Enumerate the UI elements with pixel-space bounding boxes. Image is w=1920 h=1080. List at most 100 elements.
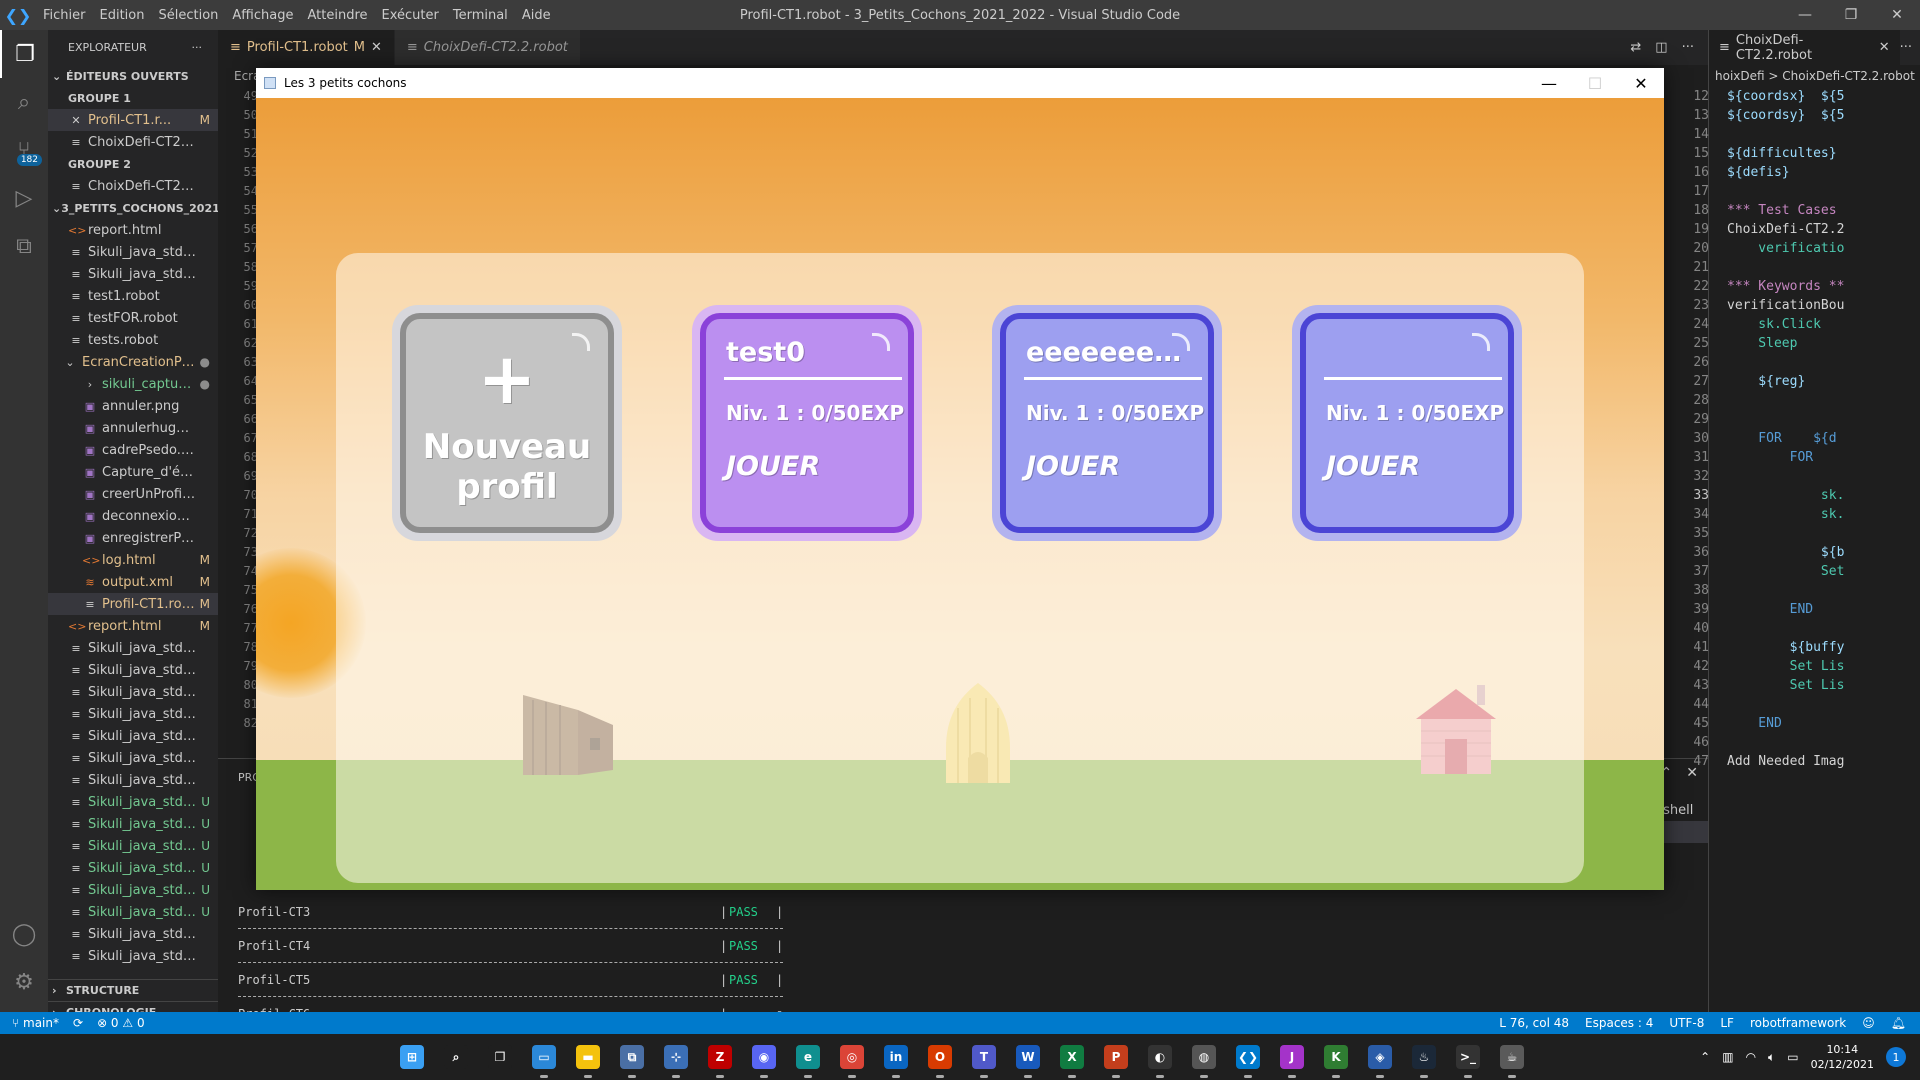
language-mode[interactable]: robotframework — [1750, 1016, 1846, 1030]
close-icon[interactable]: ✕ — [68, 114, 84, 127]
file-tree-item[interactable]: › sikuli_captured ● — [48, 373, 218, 395]
file-tree-item[interactable]: ≡ testFOR.robot — [48, 307, 218, 329]
file-tree-item[interactable]: ⌄ EcranCreationPr... ● — [48, 351, 218, 373]
taskbar-desktop-icon[interactable]: ▭ — [528, 1040, 560, 1078]
wifi-icon[interactable]: ◠ — [1746, 1050, 1756, 1064]
tab-choixdefi-right[interactable]: ≡ ChoixDefi-CT2.2.robot ✕ — [1709, 30, 1900, 65]
tab-profil-ct1[interactable]: ≡ Profil-CT1.robot M ✕ — [218, 30, 395, 65]
file-tree-item[interactable]: ≡ Profil-CT1.robot M — [48, 593, 218, 615]
taskbar-word-icon[interactable]: W — [1012, 1040, 1044, 1078]
run-debug-icon[interactable]: ▷ — [0, 174, 48, 222]
taskbar-steam-icon[interactable]: ♨ — [1408, 1040, 1440, 1078]
taskbar-app-4-icon[interactable]: ◈ — [1364, 1040, 1396, 1078]
taskbar-powerpoint-icon[interactable]: P — [1100, 1040, 1132, 1078]
file-tree-item[interactable]: ≡ Sikuli_java_stderr_16... — [48, 681, 218, 703]
open-editor-item[interactable]: ✕ Profil-CT1.r... M — [48, 109, 218, 131]
file-tree-item[interactable]: ≋ output.xml M — [48, 571, 218, 593]
menu-item[interactable]: Edition — [93, 8, 152, 23]
line-ending[interactable]: LF — [1720, 1016, 1734, 1030]
open-editor-item[interactable]: ≡ ChoixDefi-CT2.2... — [48, 175, 218, 197]
problems-indicator[interactable]: ⊗ 0 ⚠ 0 — [97, 1016, 145, 1030]
file-tree-item[interactable]: ▣ annulerhuge.png — [48, 417, 218, 439]
profile-card-2[interactable]: eeeeeeeeeeee... Niv. 1 : 0/50EXP JOUER — [992, 305, 1222, 541]
taskbar-office-icon[interactable]: O — [924, 1040, 956, 1078]
menu-item[interactable]: Fichier — [36, 8, 93, 23]
play-button[interactable]: JOUER — [1026, 451, 1120, 482]
close-icon[interactable]: ✕ — [1879, 40, 1890, 55]
open-editor-item[interactable]: ≡ ChoixDefi-CT2.2... — [48, 131, 218, 153]
tab-choixdefi[interactable]: ≡ ChoixDefi-CT2.2.robot — [394, 30, 581, 65]
file-tree-item[interactable]: ▣ annuler.png — [48, 395, 218, 417]
bell-icon[interactable]: 🔔︎ — [1891, 1016, 1906, 1030]
file-tree-item[interactable]: ≡ Sikuli_java_stdout_1... — [48, 945, 218, 967]
taskbar-windows-start-icon[interactable]: ⊞ — [396, 1040, 428, 1074]
taskbar-discord-icon[interactable]: ◉ — [748, 1040, 780, 1078]
taskbar-teams-icon[interactable]: T — [968, 1040, 1000, 1078]
structure-section[interactable]: › STRUCTURE — [48, 979, 218, 1001]
menu-item[interactable]: Atteindre — [300, 8, 374, 23]
more-actions-icon[interactable]: ··· — [192, 41, 203, 54]
file-tree-item[interactable]: ≡ Sikuli_java_stderr_16... — [48, 659, 218, 681]
right-breadcrumb[interactable]: hoixDefi > ChoixDefi-CT2.2.robot — [1709, 65, 1920, 87]
file-tree-item[interactable]: ≡ Sikuli_java_stde... U — [48, 879, 218, 901]
explorer-icon[interactable]: ❐ — [0, 30, 48, 78]
volume-icon[interactable]: 🔈︎ — [1768, 1050, 1775, 1065]
taskbar-vscode-icon[interactable]: ❮❯ — [1232, 1040, 1264, 1078]
sync-icon[interactable]: ⟳ — [73, 1016, 83, 1030]
file-tree-item[interactable]: ▣ deconnexion.png — [48, 505, 218, 527]
gear-icon[interactable]: ⚙ — [0, 958, 48, 1006]
file-tree-item[interactable]: ≡ Sikuli_java_stde... U — [48, 901, 218, 923]
compare-icon[interactable]: ⇄ — [1630, 40, 1641, 55]
menu-item[interactable]: Affichage — [225, 8, 300, 23]
file-tree-item[interactable]: ≡ Sikuli_java_stderr_16... — [48, 747, 218, 769]
battery-icon[interactable]: ▭ — [1787, 1050, 1798, 1064]
file-tree-item[interactable]: <> report.html M — [48, 615, 218, 637]
split-editor-icon[interactable]: ◫ — [1655, 40, 1667, 55]
taskbar-github-icon[interactable]: ◐ — [1144, 1040, 1176, 1078]
file-tree-item[interactable]: ≡ Sikuli_java_stde... U — [48, 857, 218, 879]
file-tree-item[interactable]: ≡ Sikuli_java_stderr_16... — [48, 769, 218, 791]
file-tree-item[interactable]: ≡ Sikuli_java_stderr_16... — [48, 923, 218, 945]
branch-indicator[interactable]: ⑂ main* — [12, 1016, 59, 1030]
right-code[interactable]: 12 ${coordsx} ${5 13 ${coordsy} ${5 14 15 ${di… — [1669, 87, 1920, 771]
taskbar-app-2-icon[interactable]: ◍ — [1188, 1040, 1220, 1078]
taskbar-jetbrains-icon[interactable]: J — [1276, 1040, 1308, 1078]
file-tree-item[interactable]: ≡ Sikuli_java_stderr_16... — [48, 241, 218, 263]
close-icon[interactable]: ✕ — [371, 40, 382, 55]
file-tree-item[interactable]: ≡ Sikuli_java_stde... U — [48, 835, 218, 857]
file-tree-item[interactable]: ▣ Capture_d'écran.png — [48, 461, 218, 483]
taskbar-app-3-icon[interactable]: K — [1320, 1040, 1352, 1078]
more-actions-icon[interactable]: ··· — [1900, 40, 1920, 55]
search-icon[interactable]: ⌕ — [0, 78, 48, 126]
menu-item[interactable]: Exécuter — [375, 8, 446, 23]
taskbar-edge-icon[interactable]: e — [792, 1040, 824, 1078]
new-profile-button[interactable]: + Nouveau profil — [392, 305, 622, 541]
profile-card-1[interactable]: test0 Niv. 1 : 0/50EXP JOUER — [692, 305, 922, 541]
network-icon[interactable]: ▥ — [1722, 1050, 1733, 1064]
open-editors-section[interactable]: ⌄ ÉDITEURS OUVERTS — [48, 65, 218, 87]
taskbar-chrome-icon[interactable]: ◎ — [836, 1040, 868, 1078]
minimize-icon[interactable]: — — [1782, 0, 1828, 30]
chevron-up-icon[interactable]: ⌃ — [1700, 1050, 1710, 1064]
profile-card-3[interactable]: Niv. 1 : 0/50EXP JOUER — [1292, 305, 1522, 541]
taskbar-network-app-icon[interactable]: ⊹ — [660, 1040, 692, 1078]
file-tree-item[interactable]: ≡ Sikuli_java_stde... U — [48, 791, 218, 813]
close-icon[interactable]: ✕ — [1618, 74, 1664, 93]
file-tree-item[interactable]: ▣ cadrePsedo.PNG — [48, 439, 218, 461]
taskbar-excel-icon[interactable]: X — [1056, 1040, 1088, 1078]
file-tree-item[interactable]: ≡ tests.robot — [48, 329, 218, 351]
account-icon[interactable]: ◯ — [0, 910, 48, 958]
taskbar-task-view-icon[interactable]: ❐ — [484, 1040, 516, 1074]
menu-item[interactable]: Sélection — [151, 8, 225, 23]
taskbar-file-explorer-icon[interactable]: ▬ — [572, 1040, 604, 1078]
clock[interactable]: 10:14 02/12/2021 — [1811, 1042, 1874, 1072]
file-tree-item[interactable]: ≡ Sikuli_java_stderr_16... — [48, 703, 218, 725]
project-section[interactable]: ⌄ 3_PETITS_COCHONS_2021_... — [48, 197, 238, 219]
file-tree-item[interactable]: ≡ Sikuli_java_stderr_16... — [48, 725, 218, 747]
taskbar-linkedin-icon[interactable]: in — [880, 1040, 912, 1078]
source-control-icon[interactable]: ⑂ 182 — [0, 126, 48, 174]
menu-item[interactable]: Aide — [515, 8, 558, 23]
encoding[interactable]: UTF-8 — [1669, 1016, 1704, 1030]
taskbar-filezilla-icon[interactable]: Z — [704, 1040, 736, 1078]
file-tree-item[interactable]: <> report.html — [48, 219, 218, 241]
